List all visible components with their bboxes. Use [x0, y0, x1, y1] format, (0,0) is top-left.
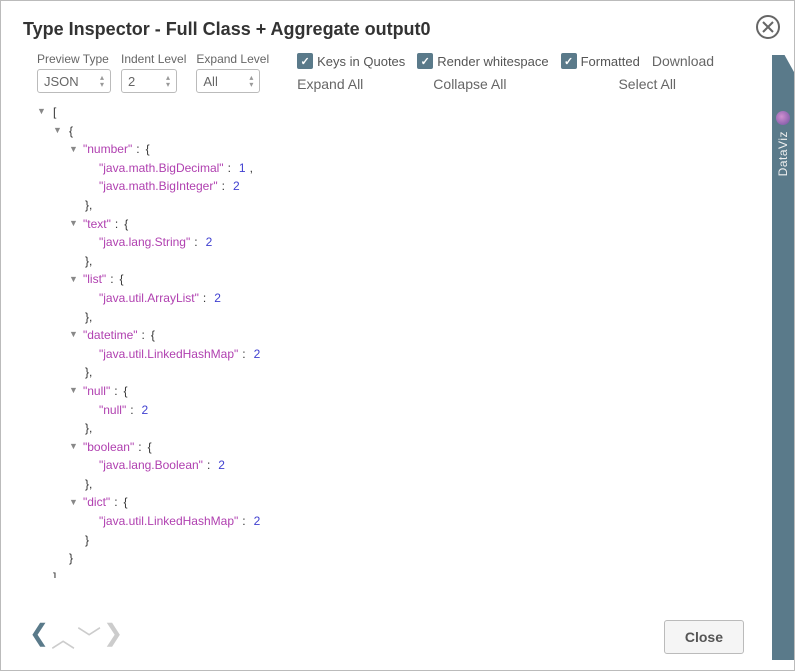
render-whitespace-label: Render whitespace — [437, 54, 548, 69]
json-key: "text" — [83, 215, 111, 234]
keys-in-quotes-label: Keys in Quotes — [317, 54, 405, 69]
select-all-link[interactable]: Select All — [618, 76, 676, 92]
json-value: 2 — [254, 345, 261, 364]
json-viewer[interactable]: ▼[▼{▼"number": {"java.math.BigDecimal": … — [1, 93, 794, 578]
json-value: 2 — [218, 456, 225, 475]
toggle-icon[interactable]: ▼ — [69, 440, 79, 454]
nav-right-icon[interactable]: ❯ — [103, 619, 123, 654]
collapse-all-link[interactable]: Collapse All — [433, 76, 506, 92]
json-key: "java.lang.String" — [99, 233, 190, 252]
json-value: 2 — [233, 177, 240, 196]
toggle-icon[interactable]: ▼ — [69, 273, 79, 287]
expand-all-link[interactable]: Expand All — [297, 76, 363, 92]
json-value: 1 — [239, 159, 246, 178]
dialog-footer: ❮ ︿ ﹀ ❯ Close — [1, 607, 764, 670]
json-key: "java.util.ArrayList" — [99, 289, 199, 308]
json-key: "number" — [83, 140, 132, 159]
json-key: "java.util.LinkedHashMap" — [99, 345, 238, 364]
json-value: 2 — [214, 289, 221, 308]
json-key: "java.lang.Boolean" — [99, 456, 203, 475]
json-value: 2 — [142, 401, 149, 420]
json-key: "null" — [83, 382, 110, 401]
indent-level-label: Indent Level — [121, 52, 186, 66]
nav-up-icon[interactable]: ︿ — [51, 619, 75, 654]
check-icon: ✓ — [561, 53, 577, 69]
spinner-icon: ▴▾ — [162, 70, 174, 92]
toggle-icon[interactable]: ▼ — [69, 328, 79, 342]
toggle-icon[interactable]: ▼ — [69, 217, 79, 231]
close-icon[interactable] — [756, 15, 780, 39]
expand-level-value: All — [203, 74, 217, 89]
indent-level-control: Indent Level 2 ▴▾ — [121, 52, 186, 93]
indent-level-select[interactable]: 2 ▴▾ — [121, 69, 177, 93]
json-key: "boolean" — [83, 438, 134, 457]
indent-level-value: 2 — [128, 74, 135, 89]
json-value: 2 — [254, 512, 261, 531]
json-key: "java.math.BigDecimal" — [99, 159, 224, 178]
spinner-icon: ▴▾ — [245, 70, 257, 92]
preview-type-label: Preview Type — [37, 52, 111, 66]
nav-down-icon[interactable]: ﹀ — [77, 619, 101, 654]
controls-row: Preview Type JSON ▴▾ Indent Level 2 ▴▾ E… — [1, 48, 794, 93]
formatted-checkbox[interactable]: ✓ Formatted — [561, 52, 640, 70]
options-column: ✓ Keys in Quotes ✓ Render whitespace ✓ F… — [297, 52, 772, 92]
keys-in-quotes-checkbox[interactable]: ✓ Keys in Quotes — [297, 52, 405, 70]
dialog-title: Type Inspector - Full Class + Aggregate … — [23, 19, 774, 40]
close-button[interactable]: Close — [664, 620, 744, 654]
toggle-icon[interactable]: ▼ — [37, 105, 47, 119]
formatted-label: Formatted — [581, 54, 640, 69]
check-icon: ✓ — [417, 53, 433, 69]
side-tab[interactable]: DataViz — [772, 55, 794, 660]
preview-type-value: JSON — [44, 74, 79, 89]
check-icon: ✓ — [297, 53, 313, 69]
toggle-icon[interactable]: ▼ — [53, 124, 63, 138]
download-link[interactable]: Download — [652, 53, 714, 69]
options-row: ✓ Keys in Quotes ✓ Render whitespace ✓ F… — [297, 52, 714, 70]
toggle-icon[interactable]: ▼ — [69, 496, 79, 510]
expand-level-label: Expand Level — [196, 52, 269, 66]
side-tab-label: DataViz — [776, 131, 790, 176]
expand-level-select[interactable]: All ▴▾ — [196, 69, 260, 93]
render-whitespace-checkbox[interactable]: ✓ Render whitespace — [417, 52, 548, 70]
nav-arrows: ❮ ︿ ﹀ ❯ — [29, 619, 123, 654]
dataviz-icon — [776, 111, 790, 125]
preview-type-select[interactable]: JSON ▴▾ — [37, 69, 111, 93]
json-key: "java.util.LinkedHashMap" — [99, 512, 238, 531]
json-key: "null" — [99, 401, 126, 420]
dialog-header: Type Inspector - Full Class + Aggregate … — [1, 1, 794, 48]
toggle-icon[interactable]: ▼ — [69, 384, 79, 398]
json-key: "list" — [83, 270, 106, 289]
actions-row: Expand All Collapse All Select All — [297, 76, 676, 92]
nav-left-icon[interactable]: ❮ — [29, 619, 49, 654]
side-tab-notch — [784, 54, 794, 90]
toggle-icon[interactable]: ▼ — [69, 143, 79, 157]
json-value: 2 — [206, 233, 213, 252]
json-key: "dict" — [83, 493, 110, 512]
json-key: "datetime" — [83, 326, 138, 345]
expand-level-control: Expand Level All ▴▾ — [196, 52, 269, 93]
spinner-icon: ▴▾ — [96, 70, 108, 92]
preview-type-control: Preview Type JSON ▴▾ — [37, 52, 111, 93]
type-inspector-dialog: Type Inspector - Full Class + Aggregate … — [0, 0, 795, 671]
json-key: "java.math.BigInteger" — [99, 177, 218, 196]
